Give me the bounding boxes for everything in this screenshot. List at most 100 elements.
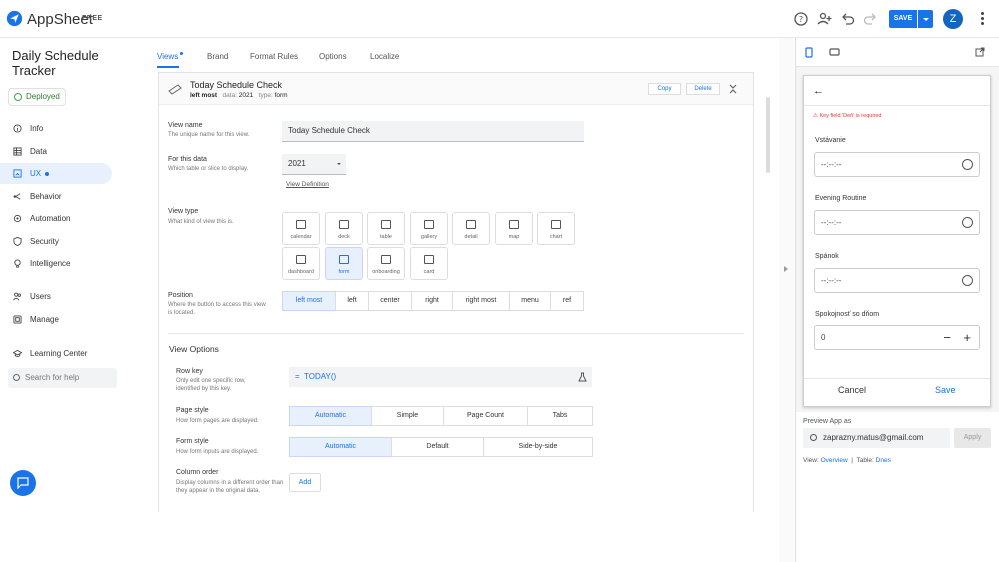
top-bar: AppSheet FREE ? SAVE Z [0, 0, 999, 38]
sidebar-item-info[interactable]: Info [0, 118, 112, 139]
chevron-right-icon[interactable] [784, 266, 791, 272]
phone-icon[interactable] [805, 47, 813, 58]
sidebar-item-intelligence[interactable]: Intelligence [0, 253, 112, 274]
save-options-dropdown[interactable] [918, 10, 933, 28]
delete-button[interactable]: Delete [686, 83, 720, 95]
sidebar-item-users[interactable]: Users [0, 286, 112, 307]
view-type-dashboard[interactable]: dashboard [282, 247, 320, 280]
position-right-most[interactable]: right most [452, 291, 510, 311]
page-style-tabs[interactable]: Tabs [527, 406, 593, 426]
view-name-input[interactable]: Today Schedule Check [282, 121, 584, 142]
form-style-default[interactable]: Default [391, 437, 484, 457]
column-order-label: Column order [176, 469, 219, 476]
row-key-input[interactable]: = TODAY() [289, 367, 592, 387]
view-header[interactable]: Today Schedule Check left most data: 202… [159, 73, 753, 105]
sidebar-item-behavior[interactable]: Behavior [0, 186, 112, 207]
onboarding-icon [381, 255, 391, 264]
position-ref[interactable]: ref [550, 291, 584, 311]
plan-badge: FREE [82, 15, 103, 22]
tab-localize[interactable]: Localize [370, 52, 399, 61]
view-link[interactable]: Overview [821, 457, 848, 464]
page-style-automatic[interactable]: Automatic [289, 406, 372, 426]
sidebar-item-automation[interactable]: Automation [0, 208, 112, 229]
sidebar-item-security[interactable]: Security [0, 231, 112, 252]
panel-gutter[interactable] [779, 38, 794, 562]
plus-icon[interactable]: + [963, 326, 971, 349]
save-form-button[interactable]: Save [935, 385, 956, 395]
view-type-chart[interactable]: chart [537, 212, 575, 245]
cancel-button[interactable]: Cancel [838, 385, 866, 395]
field-label-evening-routine: Evening Routine [815, 195, 867, 202]
view-type-onboarding[interactable]: onboarding [367, 247, 405, 280]
position-right[interactable]: right [411, 291, 453, 311]
tab-format-rules[interactable]: Format Rules [250, 52, 298, 61]
scrollbar[interactable] [766, 97, 770, 173]
field-input-spanok[interactable]: --:--:-- [814, 268, 980, 293]
view-type-gallery[interactable]: gallery [410, 212, 448, 245]
field-input-vstavanie[interactable]: --:--:-- [814, 152, 980, 177]
sidebar-item-label: UX [30, 169, 42, 178]
appsheet-logo-icon[interactable] [6, 10, 23, 27]
position-menu[interactable]: menu [509, 291, 551, 311]
view-subtitle: left most data: 2021 type: form [190, 92, 288, 99]
gallery-icon [424, 220, 434, 229]
redo-icon[interactable] [862, 11, 878, 27]
collapse-icon[interactable] [729, 84, 737, 94]
view-definition-link[interactable]: View Definition [286, 181, 329, 188]
position-center[interactable]: center [368, 291, 412, 311]
share-user-icon[interactable] [817, 11, 833, 27]
sidebar-item-manage[interactable]: Manage [0, 309, 112, 330]
validation-error: ⚠ Key field 'Deň' is required [813, 113, 882, 119]
tab-options[interactable]: Options [319, 52, 347, 61]
open-in-new-icon[interactable] [975, 47, 985, 57]
clock-icon[interactable] [962, 159, 973, 170]
table-link[interactable]: Dnes [876, 457, 891, 464]
position-left[interactable]: left [335, 291, 369, 311]
apply-button[interactable]: Apply [954, 428, 991, 448]
sidebar-item-data[interactable]: Data [0, 141, 112, 162]
help-search-input[interactable]: Search for help [8, 368, 117, 388]
view-prefix: View: [803, 457, 819, 464]
back-arrow-icon[interactable]: ← [813, 86, 824, 97]
undo-icon[interactable] [840, 11, 856, 27]
tablet-icon[interactable] [829, 48, 840, 56]
chevron-down-icon [337, 163, 341, 167]
quantity-stepper[interactable]: 0 − + [814, 325, 980, 350]
view-type-label: chart [549, 234, 563, 240]
view-type-deck[interactable]: deck [325, 212, 363, 245]
page-style-simple[interactable]: Simple [371, 406, 444, 426]
form-style-automatic[interactable]: Automatic [289, 437, 392, 457]
deployed-status-badge[interactable]: Deployed [8, 88, 66, 106]
form-style-side-by-side[interactable]: Side-by-side [483, 437, 593, 457]
view-type-table[interactable]: table [367, 212, 405, 245]
add-column-button[interactable]: Add [289, 473, 321, 492]
data-icon [13, 147, 22, 156]
clock-icon[interactable] [962, 275, 973, 286]
tab-brand[interactable]: Brand [207, 52, 228, 61]
chat-button[interactable] [10, 470, 36, 496]
minus-icon[interactable]: − [943, 326, 951, 349]
position-label: Position [168, 292, 193, 299]
data-source-select[interactable]: 2021 [282, 154, 346, 175]
view-type-form[interactable]: form [325, 247, 363, 280]
field-input-evening-routine[interactable]: --:--:-- [814, 210, 980, 235]
sidebar-item-learning-center[interactable]: Learning Center [0, 343, 112, 364]
page-style-page-count[interactable]: Page Count [443, 406, 528, 426]
more-options-icon[interactable] [979, 12, 985, 26]
avatar[interactable]: Z [943, 9, 963, 29]
clock-icon[interactable] [962, 217, 973, 228]
view-type-label: gallery [420, 234, 438, 240]
sidebar-item-ux[interactable]: UX [0, 163, 112, 184]
view-type-detail[interactable]: detail [452, 212, 490, 245]
preview-user-input[interactable]: zaprazny.matus@gmail.com [803, 428, 950, 448]
save-button[interactable]: SAVE [889, 10, 917, 28]
flask-icon[interactable] [578, 372, 587, 382]
view-type-map[interactable]: map [495, 212, 533, 245]
tab-views[interactable]: Views [157, 52, 184, 61]
copy-button[interactable]: Copy [648, 83, 681, 95]
view-type-card[interactable]: card [410, 247, 448, 280]
help-icon[interactable]: ? [793, 11, 809, 27]
calendar-icon [296, 220, 306, 229]
position-left-most[interactable]: left most [282, 291, 336, 311]
view-type-calendar[interactable]: calendar [282, 212, 320, 245]
